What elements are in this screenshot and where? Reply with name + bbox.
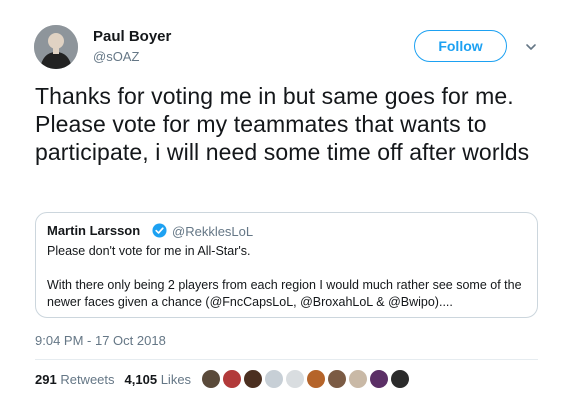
- quoted-author-name: Martin Larsson: [47, 223, 141, 238]
- tweet-stats: 291 Retweets 4,105 Likes: [35, 372, 191, 387]
- likes-count: 4,105: [124, 372, 158, 387]
- liker-avatar[interactable]: [200, 368, 222, 390]
- retweets-label: Retweets: [60, 372, 115, 387]
- liker-avatar[interactable]: [221, 368, 243, 390]
- divider: [35, 359, 538, 360]
- chevron-down-icon[interactable]: [524, 40, 538, 54]
- liker-avatar[interactable]: [284, 368, 306, 390]
- follow-button[interactable]: Follow: [414, 30, 507, 62]
- verified-badge-icon: [152, 223, 167, 238]
- author-name[interactable]: Paul Boyer: [93, 28, 171, 45]
- tweet-timestamp[interactable]: 9:04 PM - 17 Oct 2018: [35, 333, 166, 348]
- tweet-text: Thanks for voting me in but same goes fo…: [35, 83, 530, 165]
- liker-avatar[interactable]: [389, 368, 411, 390]
- retweets-stat[interactable]: 291 Retweets: [35, 372, 115, 387]
- quoted-author-handle: @RekklesLoL: [172, 224, 254, 239]
- likes-label: Likes: [160, 372, 192, 387]
- author-avatar[interactable]: [34, 25, 78, 69]
- likes-stat[interactable]: 4,105 Likes: [125, 372, 192, 387]
- liker-avatar[interactable]: [263, 368, 285, 390]
- liker-avatar[interactable]: [368, 368, 390, 390]
- retweets-count: 291: [35, 372, 57, 387]
- liker-avatar[interactable]: [305, 368, 327, 390]
- liker-avatar[interactable]: [242, 368, 264, 390]
- quoted-tweet[interactable]: Martin Larsson @RekklesLoL Please don't …: [35, 212, 538, 318]
- liker-avatars: [200, 368, 411, 390]
- author-handle[interactable]: @sOAZ: [93, 49, 139, 64]
- quoted-tweet-text: Please don't vote for me in All-Star's. …: [47, 244, 522, 309]
- liker-avatar[interactable]: [347, 368, 369, 390]
- liker-avatar[interactable]: [326, 368, 348, 390]
